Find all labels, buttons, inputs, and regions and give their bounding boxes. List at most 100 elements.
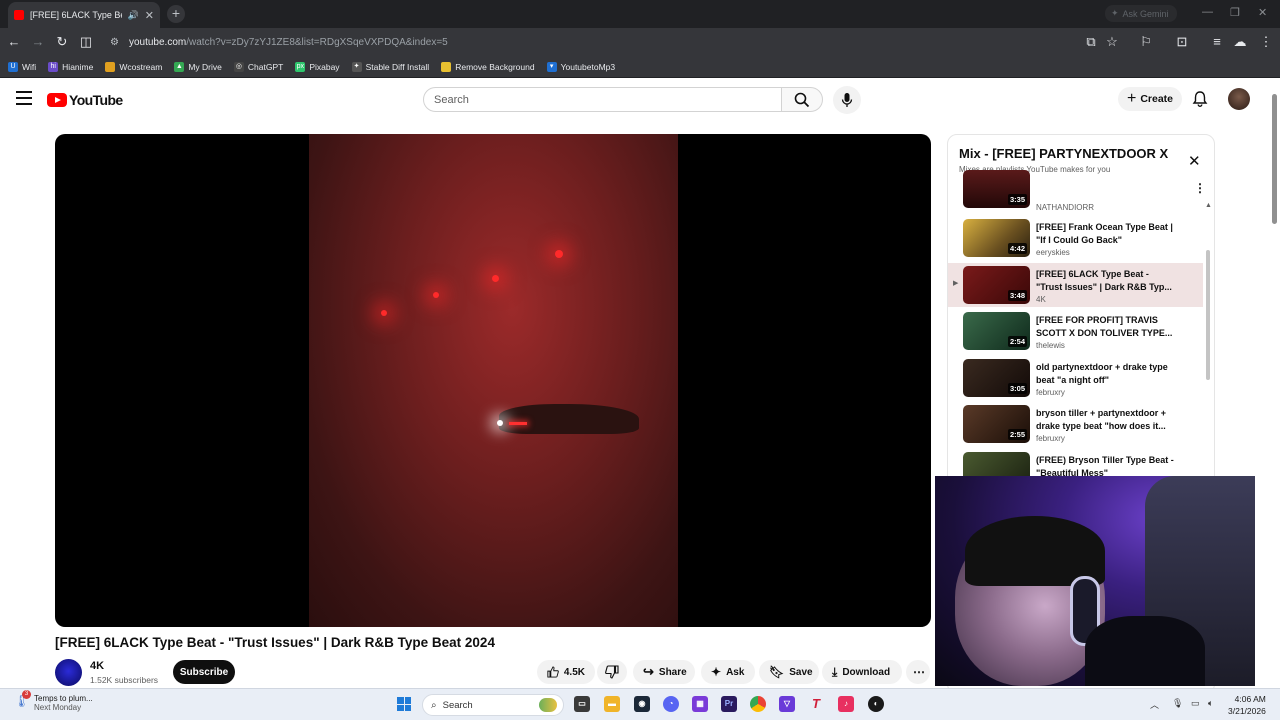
save-button[interactable]: 🔖︎ Save [759,660,819,684]
clock-date: 3/21/2026 [1228,706,1266,716]
reload-icon[interactable]: ↻ [54,34,70,50]
download-button[interactable]: ⤓ Download [822,660,902,684]
dislike-button[interactable] [597,660,627,684]
playlist-scrollbar[interactable] [1206,250,1210,380]
voice-search-button[interactable] [833,86,861,114]
browser-menu-icon[interactable]: ⋮ [1258,34,1274,50]
restore-icon[interactable]: ❐ [1230,6,1240,19]
new-tab-button[interactable]: + [167,5,185,23]
start-button[interactable] [397,697,411,711]
split-view-icon[interactable]: ◫ [78,34,94,50]
bookmark-item[interactable]: Wcostream [105,61,162,72]
playlist-item-partial[interactable]: 3:35 NATHANDIORR [948,170,1203,214]
share-arrow-icon: ↪ [643,664,654,679]
search-button[interactable] [781,87,823,112]
bookmark-label: Hianime [62,61,94,72]
ask-button[interactable]: ✦ Ask [701,660,755,684]
more-actions-button[interactable]: ⋯ [906,660,930,684]
playlist-item[interactable]: 3:05 old partynextdoor + drake type beat … [948,356,1203,400]
ask-gemini-button[interactable]: ✦ Ask Gemini [1105,5,1177,22]
display-tray-icon[interactable]: ▭ [1191,698,1200,709]
share-button[interactable]: ↪ Share [633,660,695,684]
tab-close-icon[interactable]: ✕ [145,9,154,22]
bookmark-item[interactable]: Remove Background [441,61,535,72]
playlist-item[interactable]: 2:54 [FREE FOR PROFIT] TRAVIS SCOTT X DON… [948,309,1203,353]
reading-list-icon[interactable]: ≡ [1209,34,1225,49]
obs-icon[interactable]: ◐ [868,696,884,712]
minimize-icon[interactable]: — [1202,6,1213,18]
playlist-item[interactable]: 2:55 bryson tiller + partynextdoor + drak… [948,402,1203,446]
back-icon[interactable]: ← [6,34,22,49]
close-icon[interactable]: ✕ [1188,152,1201,170]
page-scrollbar[interactable] [1272,94,1277,224]
account-avatar[interactable] [1228,88,1250,110]
taskbar-search[interactable]: ⌕ Search [422,694,564,716]
subscribe-button[interactable]: Subscribe [173,660,235,684]
youtube-logo[interactable]: YouTube [47,92,123,108]
bookmarks-bar: U Wifi hi Hianime Wcostream ▲ My Drive ◎ ChatGPT… [0,56,1280,78]
microphone-tray-icon[interactable]: 🎙︎ [1172,698,1183,709]
playlist-item[interactable]: 4:42 [FREE] Frank Ocean Type Beat | "If I… [948,216,1203,260]
chrome-icon[interactable] [750,696,766,712]
red-light [492,275,499,282]
bookmark-item[interactable]: ▾ YoutubetoMp3 [546,61,615,72]
weather-widget[interactable]: 🌡︎ 3 Temps to plum... Next Monday [14,690,93,712]
tab-search-icon[interactable]: ⊡ [1174,34,1190,50]
create-button[interactable]: + Create [1118,87,1182,111]
forward-icon[interactable]: → [30,34,46,49]
bookmark-item[interactable]: ✦ Stable Diff Install [351,61,429,72]
car-silhouette [499,404,639,434]
window-close-icon[interactable]: ✕ [1258,6,1267,19]
system-clock[interactable]: 4:06 AM 3/21/2026 [1228,693,1266,717]
bookmark-item[interactable]: ◎ ChatGPT [233,61,283,72]
playlist-item-channel: februxry [1036,387,1065,397]
search-icon [794,92,810,107]
app-grid-icon[interactable]: ▦ [692,696,708,712]
extensions-icon[interactable]: ⚐ [1138,34,1154,50]
notifications-button[interactable] [1192,90,1208,111]
bookmark-star-icon[interactable]: ☆ [1104,34,1120,50]
like-button[interactable]: 4.5K [537,660,595,684]
menu-icon[interactable] [16,91,32,105]
bookmark-favicon-icon [441,61,452,72]
channel-avatar[interactable] [55,659,82,686]
address-bar[interactable]: ⚙ youtube.com/watch?v=zDy7zYJ1ZE8&list=R… [104,31,1132,53]
bookmark-item[interactable]: hi Hianime [48,61,94,72]
playlist-item[interactable]: ▶ 3:48 [FREE] 6LACK Type Beat - "Trust Iss… [948,262,1203,307]
bookmark-item[interactable]: px Pixabay [295,61,340,72]
tiktok-studio-icon[interactable]: T [808,696,824,712]
playlist-item-channel: NATHANDIORR [1036,203,1095,212]
bookmark-item[interactable]: ▲ My Drive [174,61,222,72]
cast-icon[interactable]: ⧉ [1083,34,1099,50]
bookmark-label: Pixabay [309,61,340,72]
tray-expand-icon[interactable]: ︿ [1150,698,1159,711]
site-info-icon[interactable]: ⚙ [110,37,119,48]
search-input[interactable]: Search [423,87,782,112]
playlist-thumbnail: 3:05 [963,358,1030,397]
playlist-title[interactable]: Mix - [FREE] PARTYNEXTDOOR X... [959,146,1169,161]
bookmark-favicon-icon: U [8,61,18,72]
steam-icon[interactable]: ◉ [634,696,650,712]
discord-icon[interactable]: ◔ [663,696,679,712]
profile-icon[interactable]: ☁ [1232,34,1248,50]
playlist-item-title: [FREE] Frank Ocean Type Beat | "If I Cou… [1036,222,1173,245]
volume-tray-icon[interactable]: 🔈︎ [1208,698,1213,709]
bookmark-favicon-icon: hi [48,61,59,72]
bell-icon [1192,91,1208,107]
scroll-up-icon[interactable]: ▲ [1205,202,1212,209]
premiere-pro-icon[interactable]: Pr [721,696,737,712]
browser-tab[interactable]: [FREE] 6LACK Type Beat - "T 🔊 ✕ [8,2,160,28]
channel-name[interactable]: 4K [90,660,104,672]
vpn-icon[interactable]: ▽ [779,696,795,712]
video-player[interactable] [55,134,931,627]
task-view-icon[interactable]: ▭ [574,696,590,712]
file-explorer-icon[interactable]: ▬ [604,696,620,712]
tiktok-icon[interactable]: ♪ [838,696,854,712]
bookmark-item[interactable]: U Wifi [8,61,36,72]
windows-taskbar: 🌡︎ 3 Temps to plum... Next Monday ⌕ Sear… [0,688,1280,720]
tab-title: [FREE] 6LACK Type Beat - "T [30,10,122,20]
notification-badge: 3 [22,690,31,699]
ask-label: Ask [726,666,745,678]
playlist-item-title: [FREE] 6LACK Type Beat - "Trust Issues" … [1036,268,1172,292]
red-light [381,310,387,316]
